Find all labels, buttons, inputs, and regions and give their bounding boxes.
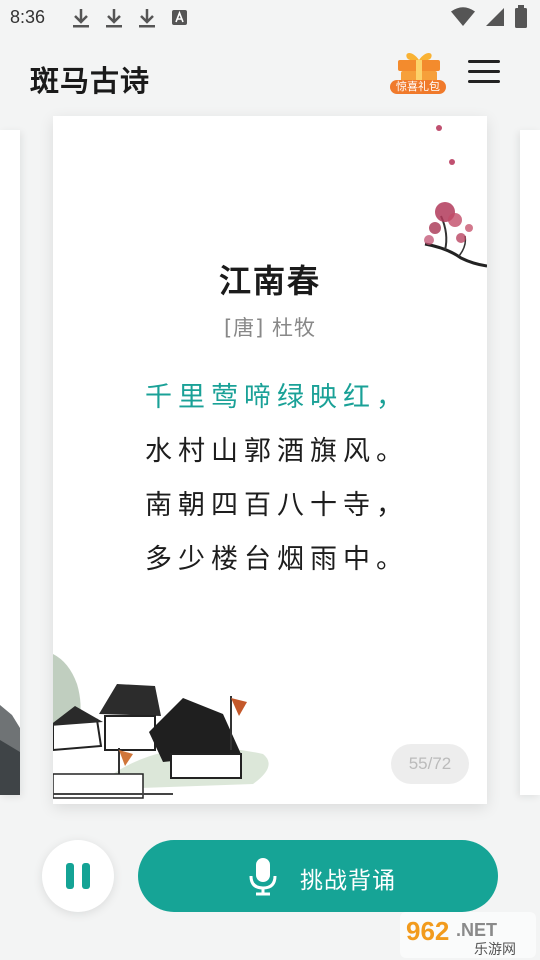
- notification-icons: [70, 6, 191, 30]
- a-box-icon: [172, 10, 187, 25]
- previous-poem-card[interactable]: [0, 130, 20, 795]
- gift-label[interactable]: 惊喜礼包: [390, 80, 446, 94]
- signal-icon: [486, 8, 504, 26]
- challenge-recite-button[interactable]: 挑战背诵: [138, 840, 498, 912]
- poem-title: 江南春: [218, 262, 321, 300]
- system-icons: [450, 5, 528, 29]
- ink-village-illustration: [53, 654, 269, 799]
- poem-author: [唐] 杜牧: [223, 316, 317, 340]
- poem-line: 水村山郭酒旗风。: [145, 436, 409, 467]
- ink-mountain-illustration: [0, 705, 20, 795]
- plum-blossom-illustration: [424, 125, 487, 268]
- poem-line: 南朝四百八十寺，: [145, 490, 409, 521]
- app-title: 斑马古诗: [30, 64, 151, 98]
- app-bar: 斑马古诗 惊喜礼包: [0, 36, 540, 116]
- download-icon: [73, 9, 89, 28]
- recite-label: 挑战背诵: [300, 868, 396, 894]
- poem-body: 千里莺啼绿映红， 水村山郭酒旗风。 南朝四百八十寺， 多少楼台烟雨中。: [145, 378, 409, 594]
- pause-button[interactable]: [42, 840, 114, 912]
- download-icon: [106, 9, 122, 28]
- poem-line: 多少楼台烟雨中。: [145, 544, 409, 575]
- menu-button[interactable]: [468, 60, 500, 88]
- site-watermark-logo: 962 .NET 乐游网: [400, 912, 536, 958]
- next-poem-card[interactable]: [520, 130, 540, 795]
- pause-icon: [66, 863, 74, 889]
- wifi-icon: [451, 7, 475, 26]
- microphone-icon: [249, 858, 277, 896]
- page-indicator: 55/72: [391, 744, 469, 784]
- download-icon: [139, 9, 155, 28]
- svg-text:.NET: .NET: [456, 920, 497, 940]
- status-time: 8:36: [10, 7, 46, 27]
- svg-text:乐游网: 乐游网: [474, 942, 516, 958]
- svg-text:962: 962: [406, 916, 449, 946]
- battery-icon: [515, 5, 527, 28]
- status-bar: 8:36: [0, 0, 540, 36]
- poem-card[interactable]: 江南春 [唐] 杜牧 千里莺啼绿映红， 水村山郭酒旗风。 南朝四百八十寺， 多少…: [53, 116, 487, 804]
- hamburger-menu-icon: [468, 60, 500, 63]
- poem-line-active: 千里莺啼绿映红，: [145, 382, 409, 413]
